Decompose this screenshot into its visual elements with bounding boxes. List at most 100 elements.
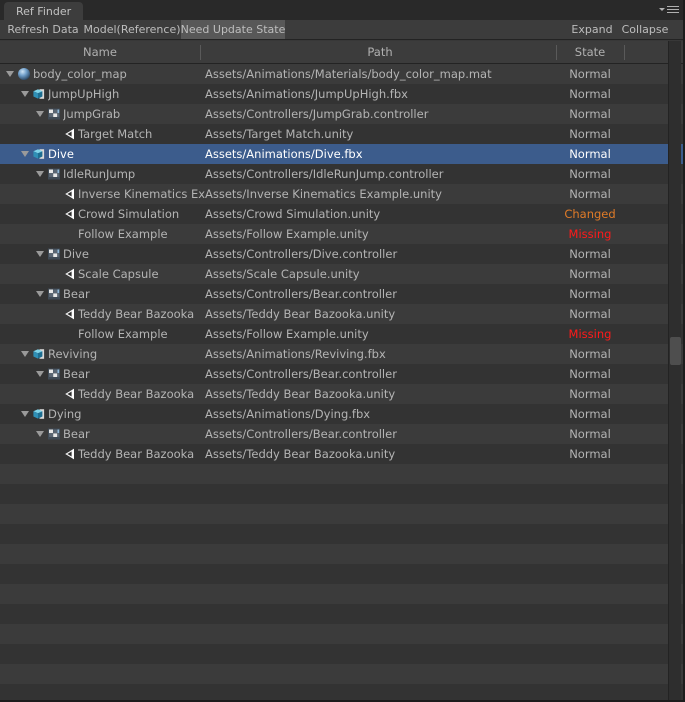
vertical-scrollbar-track[interactable] (668, 41, 681, 700)
hamburger-menu-icon[interactable] (659, 5, 679, 16)
table-row[interactable]: Dying Assets/Animations/Dying.fbx Normal (0, 404, 683, 424)
animator-controller-icon (47, 287, 61, 301)
row-state-cell: Normal (569, 307, 611, 321)
fbx-model-icon (32, 87, 46, 101)
column-header-name[interactable]: Name (0, 41, 200, 63)
animator-controller-icon (47, 367, 61, 381)
bars-icon (667, 6, 679, 15)
table-row[interactable]: Dive Assets/Animations/Dive.fbx Normal (0, 144, 683, 164)
row-path-cell: Assets/Teddy Bear Bazooka.unity (205, 307, 396, 321)
tab-ref-finder[interactable]: Ref Finder (4, 2, 84, 20)
column-divider-3[interactable] (624, 45, 625, 60)
table-row[interactable]: Bear Assets/Controllers/Bear.controller No… (0, 284, 683, 304)
row-name-label: Teddy Bear Bazooka (78, 387, 195, 401)
empty-row (0, 484, 683, 504)
table-row[interactable]: Teddy Bear Bazooka Assets/Teddy Bear Bazo… (0, 444, 683, 464)
row-name-cell: IdleRunJump (0, 164, 236, 184)
unity-scene-icon (62, 187, 76, 201)
row-path-cell: Assets/Teddy Bear Bazooka.unity (205, 387, 396, 401)
row-name-label: JumpGrab (63, 107, 121, 121)
row-name-label: Reviving (48, 347, 98, 361)
row-state-cell: Changed (564, 207, 616, 221)
table-row[interactable]: Inverse Kinematics Ex Assets/Inverse Kine… (0, 184, 683, 204)
table-row[interactable]: body_color_map Assets/Animations/Material… (0, 64, 683, 84)
empty-row (0, 464, 683, 484)
table-row[interactable]: Follow Example Assets/Follow Example.unit… (0, 324, 683, 344)
column-header-path[interactable]: Path (205, 41, 555, 63)
table-row[interactable]: Teddy Bear Bazooka Assets/Teddy Bear Bazo… (0, 384, 683, 404)
table-row[interactable]: Bear Assets/Controllers/Bear.controller No… (0, 364, 683, 384)
foldout-triangle-icon[interactable] (36, 431, 44, 437)
row-path-cell: Assets/Follow Example.unity (205, 227, 369, 241)
row-name-cell: Bear (0, 364, 236, 384)
need-update-state-button[interactable]: Need Update State (181, 20, 285, 39)
model-reference-button[interactable]: Model(Reference) (84, 20, 181, 39)
foldout-triangle-icon[interactable] (36, 171, 44, 177)
row-name-cell: Reviving (0, 344, 221, 364)
reference-tree-rows[interactable]: body_color_map Assets/Animations/Material… (0, 64, 683, 700)
collapse-button[interactable]: Collapse (617, 20, 673, 39)
row-state-cell: Normal (569, 107, 611, 121)
table-row[interactable]: Follow Example Assets/Follow Example.unit… (0, 224, 683, 244)
empty-row (0, 604, 683, 624)
row-state-cell: Normal (569, 67, 611, 81)
row-state-cell: Normal (569, 287, 611, 301)
table-row[interactable]: Dive Assets/Controllers/Dive.controller No… (0, 244, 683, 264)
row-name-label: Dive (63, 247, 89, 261)
row-name-label: Dying (48, 407, 82, 421)
row-state-cell: Missing (568, 327, 612, 341)
row-name-cell: Dive (0, 244, 236, 264)
row-state-cell: Normal (569, 247, 611, 261)
expand-button[interactable]: Expand (567, 20, 617, 39)
column-header-state[interactable]: State (557, 41, 623, 63)
table-row[interactable]: JumpGrab Assets/Controllers/JumpGrab.cont… (0, 104, 683, 124)
caret-icon (659, 7, 665, 11)
foldout-triangle-icon[interactable] (36, 251, 44, 257)
foldout-triangle-icon[interactable] (21, 411, 29, 417)
foldout-triangle-icon[interactable] (36, 291, 44, 297)
toolbar: Refresh Data Model(Reference) Need Updat… (0, 20, 683, 40)
row-name-label: Teddy Bear Bazooka (78, 447, 195, 461)
material-sphere-icon (17, 67, 31, 81)
row-state-cell: Normal (569, 267, 611, 281)
foldout-triangle-icon[interactable] (21, 151, 29, 157)
unity-scene-icon (62, 207, 76, 221)
row-name-label: Crowd Simulation (78, 207, 180, 221)
ref-finder-window: Ref Finder Refresh Data Model(Reference)… (0, 0, 685, 702)
table-row[interactable]: Teddy Bear Bazooka Assets/Teddy Bear Bazo… (0, 304, 683, 324)
unity-scene-icon (62, 127, 76, 141)
foldout-triangle-icon[interactable] (36, 371, 44, 377)
table-row[interactable]: JumpUpHigh Assets/Animations/JumpUpHigh.f… (0, 84, 683, 104)
row-path-cell: Assets/Animations/Dying.fbx (205, 407, 371, 421)
row-path-cell: Assets/Controllers/Bear.controller (205, 287, 397, 301)
row-name-label: Inverse Kinematics Ex (78, 187, 206, 201)
table-row[interactable]: Target Match Assets/Target Match.unity Nor… (0, 124, 683, 144)
column-divider-1[interactable] (200, 45, 201, 60)
row-path-cell: Assets/Animations/Dive.fbx (205, 147, 363, 161)
row-name-label: Bear (63, 427, 90, 441)
row-state-cell: Normal (569, 447, 611, 461)
empty-row (0, 644, 683, 664)
table-row[interactable]: IdleRunJump Assets/Controllers/IdleRunJum… (0, 164, 683, 184)
foldout-triangle-icon[interactable] (21, 91, 29, 97)
animator-controller-icon (47, 167, 61, 181)
row-state-cell: Normal (569, 367, 611, 381)
animator-controller-icon (47, 427, 61, 441)
vertical-scrollbar-thumb[interactable] (670, 337, 681, 365)
table-row[interactable]: Bear Assets/Controllers/Bear.controller No… (0, 424, 683, 444)
tab-strip: Ref Finder (0, 0, 683, 20)
table-row[interactable]: Scale Capsule Assets/Scale Capsule.unity N… (0, 264, 683, 284)
table-row[interactable]: Reviving Assets/Animations/Reviving.fbx No… (0, 344, 683, 364)
table-row[interactable]: Crowd Simulation Assets/Crowd Simulation.… (0, 204, 683, 224)
row-name-label: Dive (48, 147, 74, 161)
refresh-data-button[interactable]: Refresh Data (4, 20, 82, 39)
foldout-triangle-icon[interactable] (6, 71, 14, 77)
row-name-label: Target Match (78, 127, 153, 141)
foldout-triangle-icon[interactable] (21, 351, 29, 357)
empty-row (0, 664, 683, 684)
foldout-triangle-icon[interactable] (36, 111, 44, 117)
empty-row (0, 624, 683, 644)
unity-scene-icon (62, 267, 76, 281)
row-name-label: Follow Example (78, 227, 168, 241)
empty-row (0, 544, 683, 564)
